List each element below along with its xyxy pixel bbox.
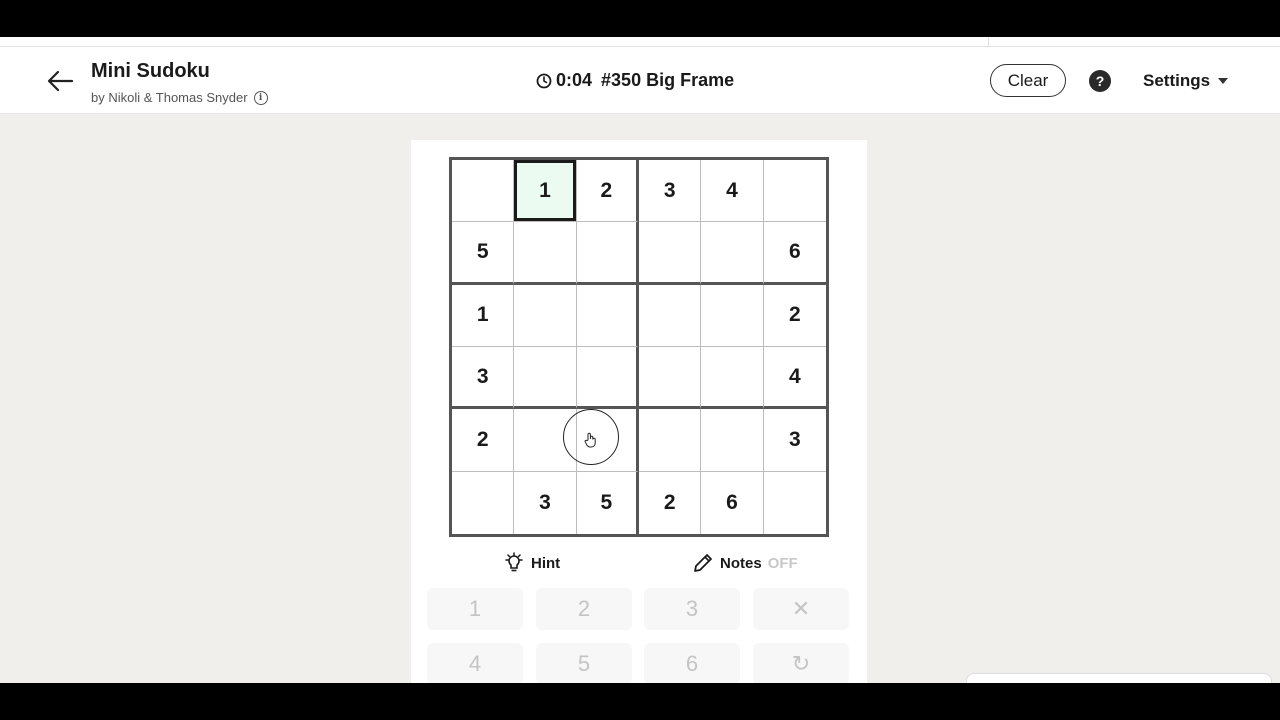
grid-cell[interactable] [576, 284, 639, 347]
divider [988, 37, 989, 47]
grid-cell[interactable]: 5 [452, 222, 515, 285]
key-label: 4 [468, 651, 482, 676]
grid-cell[interactable]: 3 [638, 160, 702, 223]
grid-cell[interactable]: 4 [701, 160, 764, 223]
number-key-2[interactable]: 2 [536, 588, 632, 630]
notes-state: OFF [767, 554, 798, 572]
key-label: 3 [685, 596, 699, 621]
game-title: Mini Sudoku [91, 60, 210, 82]
number-key-3[interactable]: 3 [644, 588, 740, 630]
grid-cell[interactable]: 3 [763, 409, 826, 472]
settings-menu[interactable]: Settings [1143, 71, 1229, 91]
grid-cell[interactable]: 3 [514, 471, 577, 534]
number-key-5[interactable]: 5 [536, 643, 632, 683]
grid-cell[interactable] [638, 284, 702, 347]
grid-cell[interactable]: 2 [576, 160, 639, 223]
grid-cell[interactable] [701, 222, 764, 285]
sudoku-grid: 1234561234233526 [449, 157, 829, 537]
browser-top-strip [0, 37, 1280, 47]
grid-cell[interactable]: 6 [763, 222, 826, 285]
erase-key[interactable]: ✕ [753, 588, 849, 630]
grid-cell[interactable] [514, 346, 577, 410]
grid-cell[interactable] [701, 284, 764, 347]
byline: by Nikoli & Thomas Snyder i [91, 90, 268, 105]
timer: 0:04 [556, 70, 593, 90]
grid-cell[interactable]: 6 [701, 471, 764, 534]
corner-widget [966, 673, 1272, 683]
grid-cell[interactable]: 2 [763, 285, 826, 347]
grid-cell[interactable] [701, 346, 764, 410]
hint-button[interactable]: Hint [503, 552, 560, 574]
grid-cell[interactable] [638, 409, 702, 472]
grid-cell[interactable] [452, 471, 515, 534]
number-key-6[interactable]: 6 [644, 643, 740, 683]
number-key-4[interactable]: 4 [427, 643, 523, 683]
info-icon[interactable]: i [253, 90, 268, 105]
grid-cell[interactable]: 3 [452, 346, 515, 410]
key-label: 5 [577, 651, 591, 676]
number-key-1[interactable]: 1 [427, 588, 523, 630]
clock-icon [536, 73, 552, 88]
settings-label: Settings [1143, 71, 1211, 90]
grid-cell[interactable] [638, 346, 702, 410]
grid-cell[interactable]: 1 [452, 284, 515, 347]
grid-cell[interactable] [763, 160, 826, 223]
back-arrow-icon[interactable] [46, 69, 74, 93]
puzzle-label: #350 Big Frame [601, 70, 735, 90]
grid-cell[interactable] [576, 346, 639, 410]
help-icon[interactable]: ? [1089, 70, 1111, 92]
tool-row: Hint Notes OFF [411, 550, 867, 576]
selected-grid-cell[interactable]: 1 [514, 160, 577, 223]
notes-label: Notes [720, 554, 762, 572]
grid-cell[interactable]: 5 [577, 471, 639, 534]
grid-cell[interactable]: 2 [452, 409, 515, 472]
grid-cell[interactable] [764, 472, 826, 534]
undo-key[interactable]: ↻ [753, 643, 849, 683]
grid-cell[interactable] [514, 222, 577, 285]
timer-and-puzzle: 0:04 #350 Big Frame [536, 70, 734, 91]
game-header: Mini Sudoku by Nikoli & Thomas Snyder i … [0, 47, 1280, 114]
game-panel: 1234561234233526 Hint Notes OFF 1 2 3 ✕ … [411, 140, 867, 683]
grid-cell[interactable] [514, 409, 577, 472]
lightbulb-icon [505, 552, 523, 572]
screen: Mini Sudoku by Nikoli & Thomas Snyder i … [0, 0, 1280, 720]
erase-icon: ✕ [791, 596, 811, 621]
key-label: 1 [468, 596, 482, 621]
grid-cell[interactable] [514, 284, 577, 347]
chevron-down-icon [1218, 78, 1229, 84]
grid-cell[interactable] [638, 222, 702, 285]
grid-cell[interactable] [576, 409, 639, 472]
notes-toggle[interactable]: Notes OFF [692, 552, 798, 574]
key-label: 2 [577, 596, 591, 621]
grid-cell[interactable] [452, 160, 515, 223]
key-label: 6 [685, 651, 699, 676]
clear-button[interactable]: Clear [990, 64, 1066, 97]
grid-cell[interactable] [701, 409, 764, 472]
pencil-icon [694, 554, 712, 572]
grid-cell[interactable]: 2 [639, 471, 702, 534]
hint-label: Hint [531, 554, 561, 572]
app-window: Mini Sudoku by Nikoli & Thomas Snyder i … [0, 37, 1280, 683]
grid-cell[interactable]: 4 [763, 347, 826, 410]
byline-text: by Nikoli & Thomas Snyder [91, 90, 248, 105]
undo-icon: ↻ [791, 651, 811, 676]
grid-cell[interactable] [576, 222, 639, 285]
